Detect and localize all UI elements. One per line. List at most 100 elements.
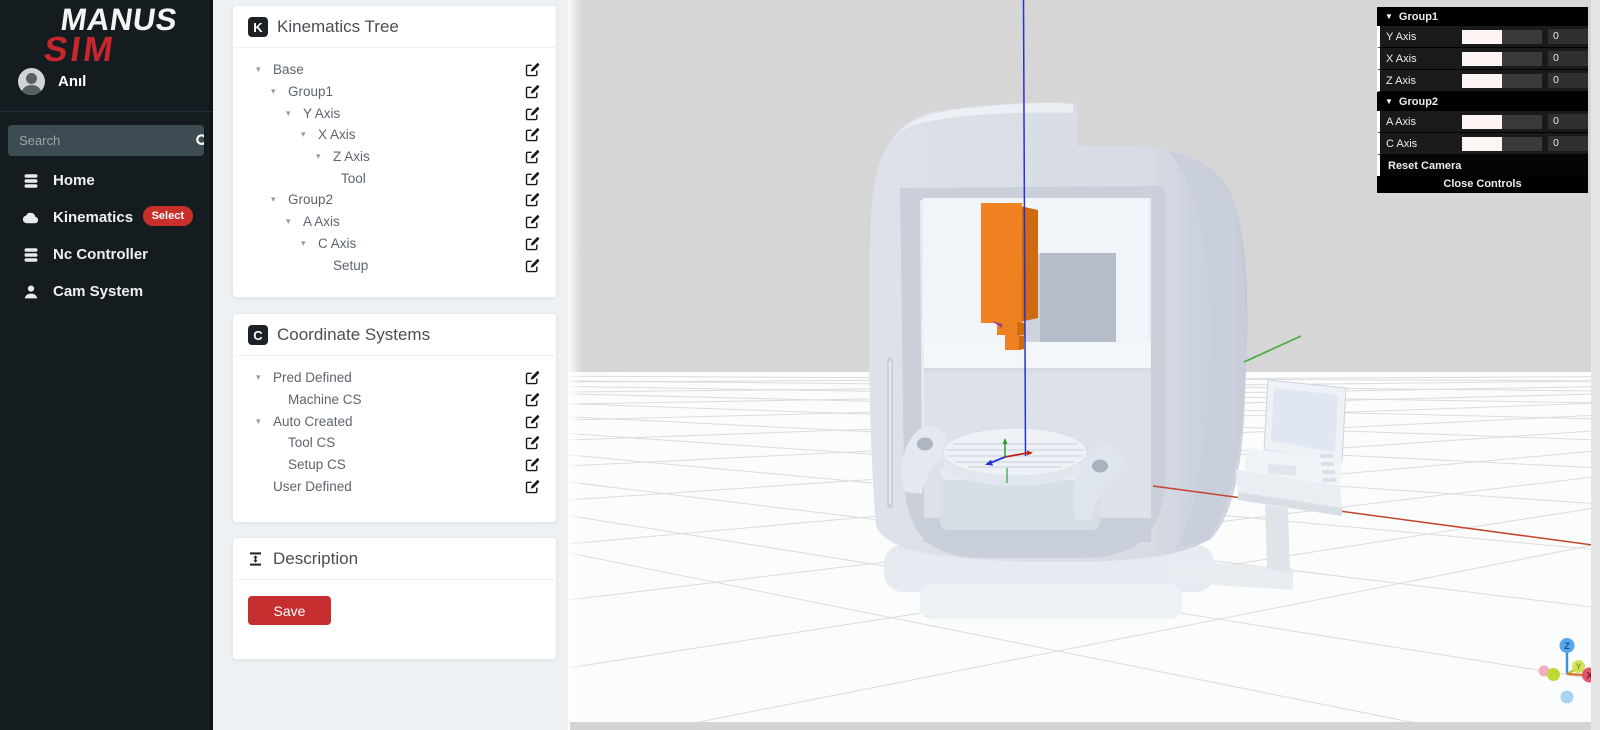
axis-value-input[interactable]: 0 — [1548, 114, 1588, 129]
edit-button[interactable] — [525, 257, 541, 273]
reset-camera-button[interactable]: Reset Camera — [1377, 155, 1588, 176]
tree-row[interactable]: ▾ X Axis — [256, 124, 541, 146]
tree-row[interactable]: ▾ C Axis — [256, 233, 541, 255]
tree-row[interactable]: Tool CS — [256, 432, 541, 454]
gizmo-neg-y-ball[interactable] — [1547, 668, 1560, 681]
panel-title: Description — [273, 549, 358, 569]
caret-down-icon[interactable]: ▾ — [256, 416, 265, 427]
sidebar-item-cam-system[interactable]: Cam System — [0, 273, 213, 310]
kinematics-tree-header: K Kinematics Tree — [233, 6, 556, 48]
caret-down-icon[interactable]: ▾ — [271, 86, 280, 97]
panel-title: Coordinate Systems — [277, 325, 430, 345]
tree-item-label: Setup — [333, 258, 368, 273]
caret-down-icon[interactable]: ▾ — [271, 194, 280, 205]
scene-controls-panel: ▼ Group1 Y Axis 0 X Axis 0 Z Axis 0 ▼ Gr… — [1377, 7, 1588, 193]
tree-row[interactable]: ▾ Group1 — [256, 81, 541, 103]
edit-button[interactable] — [525, 192, 541, 208]
machine-model — [869, 102, 1247, 619]
caret-down-icon[interactable]: ▾ — [301, 238, 310, 249]
user-profile[interactable]: Anıl — [18, 68, 86, 95]
tree-row[interactable]: Setup — [256, 254, 541, 276]
search-input[interactable] — [8, 125, 195, 156]
description-card: Description Save — [232, 537, 557, 660]
controls-group-header[interactable]: ▼ Group2 — [1377, 92, 1588, 111]
tree-row[interactable]: Setup CS — [256, 454, 541, 476]
tree-row[interactable]: User Defined — [256, 475, 541, 497]
cloud-icon — [22, 210, 40, 226]
gizmo-neg-z-ball[interactable] — [1561, 691, 1574, 704]
axis-slider[interactable] — [1462, 74, 1542, 88]
caret-down-icon[interactable]: ▾ — [256, 64, 265, 75]
select-badge[interactable]: Select — [143, 206, 193, 226]
tree-row[interactable]: Tool — [256, 167, 541, 189]
axis-slider[interactable] — [1462, 52, 1542, 66]
app-logo: MANUS SIM — [0, 0, 210, 65]
tree-row[interactable]: ▾ A Axis — [256, 211, 541, 233]
edit-button[interactable] — [525, 149, 541, 165]
sidebar-item-home[interactable]: Home — [0, 162, 213, 199]
axis-slider[interactable] — [1462, 137, 1542, 151]
axis-control-row: Y Axis 0 — [1377, 26, 1588, 48]
sidebar-item-kinematics[interactable]: Kinematics Select — [0, 199, 213, 236]
controls-group-header[interactable]: ▼ Group1 — [1377, 7, 1588, 26]
caret-down-icon: ▼ — [1385, 12, 1393, 21]
save-button[interactable]: Save — [248, 596, 331, 625]
edit-button[interactable] — [525, 235, 541, 251]
tree-item-label: Pred Defined — [273, 370, 352, 385]
caret-down-icon[interactable]: ▾ — [286, 216, 295, 227]
axis-slider[interactable] — [1462, 30, 1542, 44]
tree-item-label: Tool — [341, 171, 366, 186]
close-controls-button[interactable]: Close Controls — [1377, 176, 1588, 193]
axis-label: A Axis — [1380, 116, 1462, 128]
slider-fill — [1462, 52, 1502, 66]
tree-row[interactable]: ▾ Group2 — [256, 189, 541, 211]
horizontal-scrollbar[interactable] — [570, 722, 1600, 730]
edit-button[interactable] — [525, 127, 541, 143]
sidebar-item-nc-controller[interactable]: Nc Controller — [0, 236, 213, 273]
tree-item-label: Base — [273, 62, 304, 77]
slider-fill — [1462, 115, 1502, 129]
axis-label: C Axis — [1380, 138, 1462, 150]
caret-down-icon[interactable]: ▾ — [301, 129, 310, 140]
edit-button[interactable] — [525, 84, 541, 100]
edit-button[interactable] — [525, 62, 541, 78]
tree-row[interactable]: ▾ Auto Created — [256, 410, 541, 432]
tree-row[interactable]: ▾ Y Axis — [256, 102, 541, 124]
caret-down-icon[interactable]: ▾ — [316, 151, 325, 162]
axis-value-input[interactable]: 0 — [1548, 29, 1588, 44]
tree-row[interactable]: ▾ Base — [256, 59, 541, 81]
tree-item-label: Group1 — [288, 84, 333, 99]
axis-label: Y Axis — [1380, 31, 1462, 43]
tree-row[interactable]: Machine CS — [256, 389, 541, 411]
slider-fill — [1462, 137, 1502, 151]
description-icon — [248, 551, 264, 567]
edit-button[interactable] — [525, 214, 541, 230]
vertical-scrollbar[interactable] — [1591, 0, 1600, 730]
search-button[interactable] — [195, 125, 204, 156]
caret-down-icon[interactable]: ▾ — [286, 108, 295, 119]
axis-value-input[interactable]: 0 — [1548, 136, 1588, 151]
edit-button[interactable] — [525, 105, 541, 121]
tree-row[interactable]: ▾ Z Axis — [256, 146, 541, 168]
edit-button[interactable] — [525, 457, 541, 473]
edit-button[interactable] — [525, 392, 541, 408]
sidebar-search — [8, 125, 204, 156]
database-icon — [22, 247, 40, 263]
slider-fill — [1462, 30, 1502, 44]
axis-value-input[interactable]: 0 — [1548, 51, 1588, 66]
coordinate-systems-card: C Coordinate Systems ▾ Pred Defined Mach… — [232, 313, 557, 523]
gizmo-y-label: Y — [1576, 663, 1582, 672]
tree-row[interactable]: ▾ Pred Defined — [256, 367, 541, 389]
edit-button[interactable] — [525, 170, 541, 186]
edit-button[interactable] — [525, 435, 541, 451]
axis-slider[interactable] — [1462, 115, 1542, 129]
tree-item-label: User Defined — [273, 479, 352, 494]
edit-button[interactable] — [525, 370, 541, 386]
gizmo-z-label: Z — [1564, 641, 1570, 651]
axis-value-input[interactable]: 0 — [1548, 73, 1588, 88]
caret-down-icon[interactable]: ▾ — [256, 372, 265, 383]
edit-button[interactable] — [525, 413, 541, 429]
panel-title: Kinematics Tree — [277, 17, 399, 37]
caret-down-icon: ▼ — [1385, 97, 1393, 106]
edit-button[interactable] — [525, 478, 541, 494]
